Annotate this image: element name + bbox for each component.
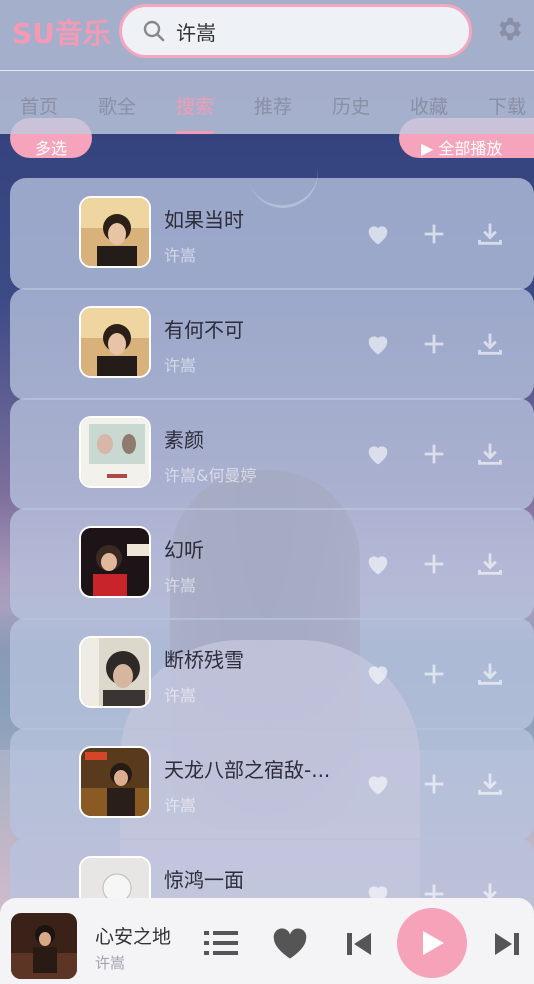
tab-favorites[interactable]: 收藏: [390, 72, 468, 134]
download-icon[interactable]: [476, 660, 504, 688]
song-title: 惊鸿一面: [164, 868, 244, 892]
album-cover: [79, 306, 151, 378]
heart-icon[interactable]: [364, 440, 392, 468]
tab-bar: 首页 歌全 搜索 推荐 历史 收藏 下载: [0, 72, 534, 134]
song-title: 素颜: [164, 428, 204, 452]
tab-home[interactable]: 首页: [0, 72, 78, 134]
tab-all-songs[interactable]: 歌全: [78, 72, 156, 134]
heart-icon[interactable]: [364, 220, 392, 248]
song-artist: 许嵩: [164, 246, 197, 265]
album-cover: [79, 746, 151, 818]
plus-icon[interactable]: [420, 440, 448, 468]
download-icon[interactable]: [476, 770, 504, 798]
song-item[interactable]: 断桥残雪 许嵩: [10, 618, 534, 730]
song-item[interactable]: 天龙八部之宿敌-... 许嵩: [10, 728, 534, 840]
tab-history[interactable]: 历史: [312, 72, 390, 134]
tab-downloads[interactable]: 下载: [468, 72, 534, 134]
plus-icon[interactable]: [420, 330, 448, 358]
heart-icon[interactable]: [272, 928, 308, 960]
now-playing-artist: 许嵩: [95, 954, 126, 972]
download-icon[interactable]: [476, 220, 504, 248]
song-title: 有何不可: [164, 318, 244, 342]
heart-icon[interactable]: [364, 330, 392, 358]
app-header: SU音乐 许嵩 首页 歌全 搜索 推荐 历史 收藏 下载: [0, 0, 534, 134]
album-cover: [79, 196, 151, 268]
header-divider: [0, 70, 534, 71]
plus-icon[interactable]: [420, 550, 448, 578]
song-artist: 许嵩: [164, 796, 197, 815]
album-cover: [79, 416, 151, 488]
download-icon[interactable]: [476, 550, 504, 578]
song-title: 天龙八部之宿敌-...: [164, 758, 331, 782]
heart-icon[interactable]: [364, 660, 392, 688]
tab-recommend[interactable]: 推荐: [234, 72, 312, 134]
download-icon[interactable]: [476, 330, 504, 358]
playlist-icon[interactable]: [204, 930, 238, 956]
plus-icon[interactable]: [420, 660, 448, 688]
gear-icon[interactable]: [494, 14, 524, 44]
download-icon[interactable]: [476, 440, 504, 468]
song-artist: 许嵩: [164, 686, 197, 705]
play-all-icon: ▶: [421, 139, 439, 158]
song-artist: 许嵩: [164, 576, 197, 595]
now-playing-cover[interactable]: [11, 913, 77, 979]
plus-icon[interactable]: [420, 220, 448, 248]
search-value: 许嵩: [176, 20, 216, 45]
album-cover: [79, 526, 151, 598]
song-title: 幻听: [164, 538, 204, 562]
heart-icon[interactable]: [364, 770, 392, 798]
plus-icon[interactable]: [420, 770, 448, 798]
song-title: 断桥残雪: [164, 648, 244, 672]
song-title: 如果当时: [164, 208, 244, 232]
mini-player[interactable]: 心安之地 许嵩: [0, 898, 534, 984]
play-button[interactable]: [397, 908, 467, 978]
song-item[interactable]: 有何不可 许嵩: [10, 288, 534, 400]
next-icon[interactable]: [494, 931, 520, 957]
play-icon: [423, 931, 444, 955]
song-artist: 许嵩&何曼婷: [164, 466, 257, 485]
search-input[interactable]: 许嵩: [119, 4, 472, 58]
app-logo: SU音乐: [12, 17, 111, 50]
search-icon: [143, 20, 165, 42]
song-artist: 许嵩: [164, 356, 197, 375]
tab-search[interactable]: 搜索: [156, 72, 234, 134]
now-playing-title: 心安之地: [95, 926, 172, 948]
prev-icon[interactable]: [346, 931, 372, 957]
song-item[interactable]: 素颜 许嵩&何曼婷: [10, 398, 534, 510]
song-item[interactable]: 幻听 许嵩: [10, 508, 534, 620]
song-item[interactable]: 如果当时 许嵩: [10, 178, 534, 290]
album-cover: [79, 636, 151, 708]
play-all-label: 全部播放: [438, 139, 503, 158]
heart-icon[interactable]: [364, 550, 392, 578]
